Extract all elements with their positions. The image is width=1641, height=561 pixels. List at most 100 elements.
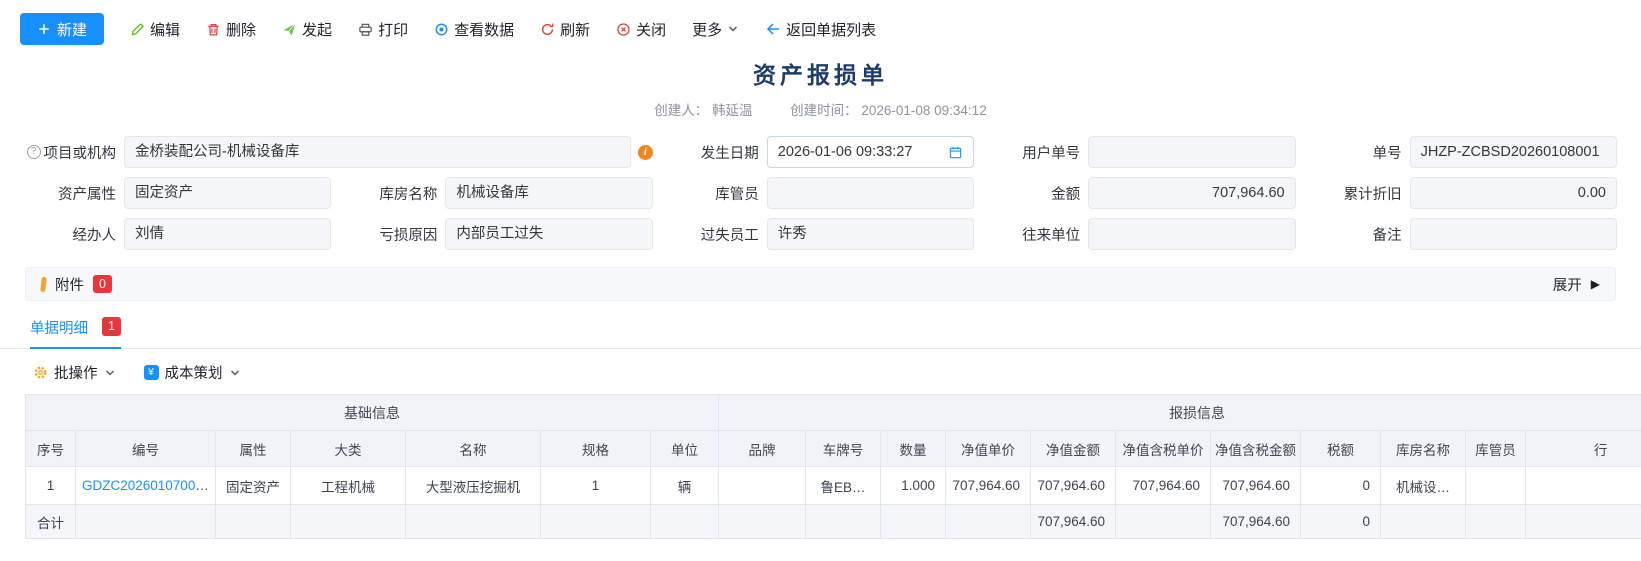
cell-brand [719,467,806,505]
expand-triangle-icon: ▶ [1591,277,1600,291]
back-arrow-icon [765,21,781,37]
cell-spec: 1 [541,467,651,505]
cost-planning-icon: ¥ [144,365,159,380]
asset-attr-input[interactable]: 固定资产 [124,177,331,209]
col-name: 名称 [406,431,541,467]
col-net-price: 净值单价 [946,431,1031,467]
table-column-header-row: 序号 编号 属性 大类 名称 规格 单位 品牌 车牌号 数量 净值单价 净值金额… [26,431,1641,467]
cell-qty: 1.000 [881,467,946,505]
expand-button[interactable]: 展开 ▶ [1553,274,1600,295]
remark-input[interactable] [1410,218,1617,250]
field-project-org: ? 项目或机构 金桥装配公司-机械设备库 i [24,136,653,168]
table-group-header-row: 基础信息 报损信息 [26,395,1641,431]
batch-operation-label: 批操作 [54,362,98,383]
trash-icon [206,22,221,37]
toolbar: 新建 编辑 删除 发起 打印 [0,0,1641,45]
amount-input[interactable]: 707,964.60 [1088,177,1295,209]
cell-plate: 鲁EB… [806,467,881,505]
total-tax: 0 [1301,505,1381,539]
user-order-no-input[interactable] [1088,136,1295,168]
field-amount: 金额 707,964.60 [988,177,1295,209]
project-org-input[interactable]: 金桥装配公司-机械设备库 [124,136,631,168]
more-menu-button[interactable]: 更多 [692,19,739,40]
new-button[interactable]: 新建 [20,13,104,45]
fault-employee-label: 过失员工 [701,224,759,245]
edit-button[interactable]: 编辑 [130,19,180,40]
depreciation-label: 累计折旧 [1344,183,1402,204]
question-circle-icon[interactable]: ? [27,145,41,159]
creator-name: 韩延温 [712,103,753,118]
view-data-label: 查看数据 [454,19,514,40]
group-basic-info: 基础信息 [26,395,719,431]
asset-loss-document-page: 新建 编辑 删除 发起 打印 [0,0,1641,561]
field-remark: 备注 [1310,218,1617,250]
paper-plane-icon [282,22,297,37]
attachment-icon [40,276,47,291]
target-circles-icon [434,22,449,37]
back-to-list-button[interactable]: 返回单据列表 [765,19,876,40]
total-label: 合计 [26,505,76,539]
chevron-down-icon [229,367,241,379]
info-icon[interactable]: i [638,145,653,160]
col-seq: 序号 [26,431,76,467]
launch-label: 发起 [302,19,332,40]
attachment-label: 附件 [55,274,84,295]
field-loss-reason: 亏损原因 内部员工过失 [345,218,652,250]
order-no-input[interactable]: JHZP-ZCBSD20260108001 [1410,136,1617,168]
asset-code-link[interactable]: GDZC202601070001 [82,478,210,493]
total-net-amount: 707,964.60 [1031,505,1116,539]
partner-label: 往来单位 [1022,224,1080,245]
cell-row [1526,467,1641,505]
col-unit: 单位 [651,431,719,467]
created-time: 2026-01-08 09:34:12 [861,103,986,118]
warehouse-input[interactable]: 机械设备库 [445,177,652,209]
detail-tabs: 单据明细 1 [0,316,1641,349]
handler-input[interactable]: 刘倩 [124,218,331,250]
occur-date-label: 发生日期 [701,142,759,163]
cell-category: 工程机械 [291,467,406,505]
keeper-input[interactable] [767,177,974,209]
fault-employee-input[interactable]: 许秀 [767,218,974,250]
created-time-label: 创建时间： [790,103,858,118]
col-spec: 规格 [541,431,651,467]
col-code: 编号 [76,431,216,467]
loss-reason-input[interactable]: 内部员工过失 [445,218,652,250]
delete-button[interactable]: 删除 [206,19,256,40]
remark-label: 备注 [1373,224,1402,245]
cell-net-tax-price: 707,964.60 [1116,467,1211,505]
creator-label: 创建人： [654,103,708,118]
field-asset-attr: 资产属性 固定资产 [24,177,331,209]
partner-input[interactable] [1088,218,1295,250]
col-warehouse: 库房名称 [1381,431,1466,467]
view-data-button[interactable]: 查看数据 [434,19,514,40]
batch-operation-button[interactable]: 批操作 [33,362,116,383]
refresh-button[interactable]: 刷新 [540,19,590,40]
refresh-label: 刷新 [560,19,590,40]
calendar-icon[interactable] [948,145,963,160]
attachment-bar[interactable]: 附件 0 展开 ▶ [25,267,1616,301]
tab-document-detail[interactable]: 单据明细 1 [30,317,121,349]
handler-label: 经办人 [73,224,117,245]
document-form: ? 项目或机构 金桥装配公司-机械设备库 i 发生日期 2026-01-06 0… [0,119,1641,250]
cost-planning-button[interactable]: ¥ 成本策划 [144,362,241,383]
user-order-no-label: 用户单号 [1022,142,1080,163]
depreciation-input[interactable]: 0.00 [1410,177,1617,209]
occur-date-input[interactable]: 2026-01-06 09:33:27 [767,136,974,168]
col-net-tax-price: 净值含税单价 [1116,431,1211,467]
col-net-tax-amount: 净值含税金额 [1211,431,1301,467]
field-user-order-no: 用户单号 [988,136,1295,168]
plus-icon [37,22,51,36]
creation-meta: 创建人： 韩延温 创建时间： 2026-01-08 09:34:12 [0,99,1641,119]
edit-label: 编辑 [150,19,180,40]
close-button[interactable]: 关闭 [616,19,666,40]
col-net-amount: 净值金额 [1031,431,1116,467]
launch-button[interactable]: 发起 [282,19,332,40]
field-warehouse: 库房名称 机械设备库 [345,177,652,209]
print-button[interactable]: 打印 [358,19,408,40]
field-occur-date: 发生日期 2026-01-06 09:33:27 [667,136,974,168]
detail-table: 基础信息 报损信息 序号 编号 属性 大类 名称 规格 单位 品牌 车牌号 数量… [25,394,1641,539]
cell-tax: 0 [1301,467,1381,505]
field-order-no: 单号 JHZP-ZCBSD20260108001 [1310,136,1617,168]
col-row: 行 [1526,431,1641,467]
loss-reason-label: 亏损原因 [379,224,437,245]
